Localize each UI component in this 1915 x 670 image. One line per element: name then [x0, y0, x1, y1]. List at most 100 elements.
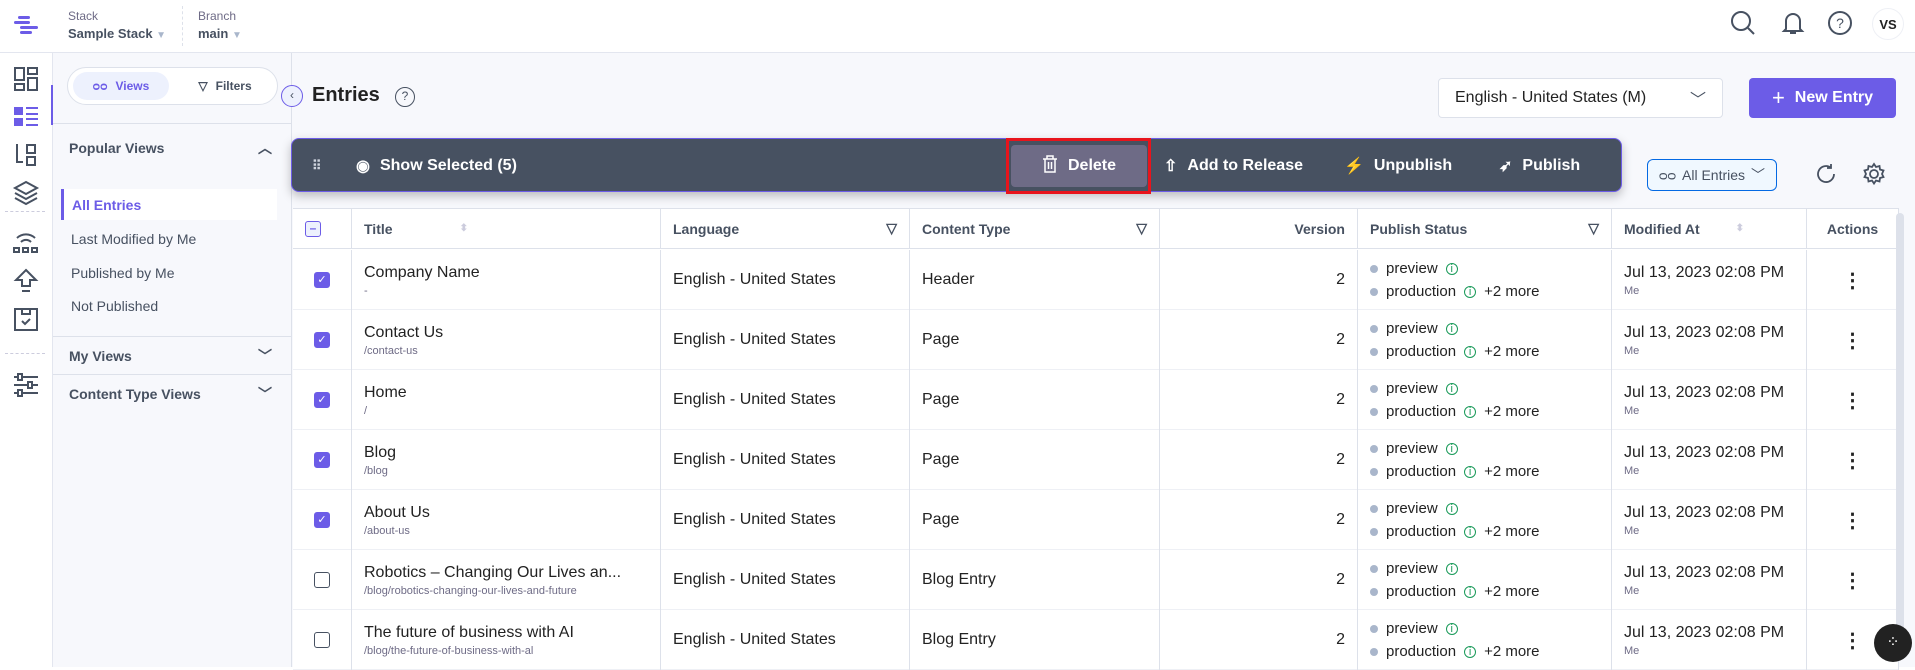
- table-row[interactable]: ✓ About Us/about-us English - United Sta…: [293, 490, 1899, 550]
- entry-title[interactable]: About Us: [364, 504, 648, 522]
- unpublish-label: Unpublish: [1373, 157, 1453, 174]
- entry-title[interactable]: Home: [364, 384, 648, 402]
- more-envs-link[interactable]: +2 more: [1484, 580, 1539, 603]
- table-row[interactable]: ✓ Contact Us/contact-us English - United…: [293, 310, 1899, 370]
- info-icon[interactable]: i: [1464, 645, 1477, 658]
- status-dot: [1370, 467, 1378, 476]
- row-actions-menu-icon[interactable]: ⋮: [1807, 550, 1899, 610]
- table-row[interactable]: Robotics – Changing Our Lives an... /blog…: [293, 550, 1899, 610]
- column-modified-at[interactable]: Modified At ⬍: [1612, 209, 1807, 249]
- more-envs-link[interactable]: +2 more: [1484, 400, 1539, 423]
- dashboard-icon[interactable]: [12, 65, 40, 93]
- drag-handle-icon[interactable]: ⠿: [300, 145, 334, 187]
- row-checkbox[interactable]: ✓: [314, 332, 330, 348]
- releases-icon[interactable]: [12, 305, 40, 333]
- more-envs-link[interactable]: +2 more: [1484, 460, 1539, 483]
- help-icon[interactable]: ?: [1827, 10, 1853, 41]
- more-envs-link[interactable]: +2 more: [1484, 280, 1539, 303]
- collapse-sidebar-button[interactable]: ‹: [281, 85, 303, 107]
- row-checkbox[interactable]: ✓: [314, 272, 330, 288]
- column-title[interactable]: Title ⬍: [352, 209, 661, 249]
- entries-icon[interactable]: [12, 103, 40, 131]
- unpublish-button[interactable]: ⚡ Unpublish: [1332, 145, 1464, 187]
- info-icon[interactable]: i: [1445, 502, 1458, 515]
- view-not-published[interactable]: Not Published: [61, 290, 277, 321]
- scrollbar[interactable]: [1896, 213, 1904, 653]
- entry-title[interactable]: Company Name: [364, 264, 648, 282]
- view-published-by-me[interactable]: Published by Me: [61, 257, 277, 288]
- entry-title[interactable]: Blog: [364, 444, 648, 462]
- locale-dropdown[interactable]: English - United States (M) ﹀: [1438, 78, 1723, 118]
- row-checkbox[interactable]: ✓: [314, 512, 330, 528]
- view-last-modified-by-me[interactable]: Last Modified by Me: [61, 223, 277, 254]
- popular-views-header[interactable]: Popular Views ︿: [53, 123, 292, 171]
- table-row[interactable]: ✓ Company Name - English - United States …: [293, 250, 1899, 310]
- logo-icon[interactable]: [12, 14, 40, 36]
- settings-gear-icon[interactable]: [1862, 162, 1886, 191]
- my-views-header[interactable]: My Views ﹀: [53, 336, 292, 374]
- filter-icon[interactable]: ▽: [1588, 220, 1599, 237]
- row-actions-menu-icon[interactable]: ⋮: [1807, 370, 1899, 430]
- entry-url: /blog/the-future-of-business-with-al: [364, 644, 534, 657]
- delete-button[interactable]: Delete: [1011, 145, 1147, 187]
- filter-icon[interactable]: ▽: [886, 220, 897, 237]
- info-icon[interactable]: i: [1464, 585, 1477, 598]
- info-icon[interactable]: i: [1445, 562, 1458, 575]
- row-actions-menu-icon[interactable]: ⋮: [1807, 250, 1899, 310]
- info-icon[interactable]: i: [1445, 262, 1458, 275]
- entry-title[interactable]: Robotics – Changing Our Lives an...: [364, 564, 648, 582]
- view-all-entries[interactable]: All Entries: [61, 189, 277, 220]
- avatar[interactable]: VS: [1872, 8, 1904, 40]
- add-to-release-button[interactable]: ⇧ Add to Release: [1152, 145, 1315, 187]
- info-icon[interactable]: i: [1445, 442, 1458, 455]
- info-icon[interactable]: i: [1464, 345, 1477, 358]
- refresh-icon[interactable]: [1814, 162, 1838, 191]
- entry-title[interactable]: Contact Us: [364, 324, 648, 342]
- stack-selector[interactable]: Stack Sample Stack ▼: [68, 9, 166, 41]
- info-icon[interactable]: i: [1464, 285, 1477, 298]
- filter-icon[interactable]: ▽: [1136, 220, 1147, 237]
- row-actions-menu-icon[interactable]: ⋮: [1807, 490, 1899, 550]
- settings-sliders-icon[interactable]: [12, 371, 40, 399]
- publish-button[interactable]: ➶ Publish: [1487, 145, 1592, 187]
- assets-icon[interactable]: [12, 179, 40, 207]
- info-icon[interactable]: i: [1445, 382, 1458, 395]
- table-row[interactable]: ✓ Home / English - United States Page 2 p…: [293, 370, 1899, 430]
- row-actions-menu-icon[interactable]: ⋮: [1807, 430, 1899, 490]
- select-all-checkbox-cell: –: [293, 209, 352, 249]
- row-checkbox[interactable]: ✓: [314, 452, 330, 468]
- info-icon[interactable]: i: [1464, 465, 1477, 478]
- info-icon[interactable]: i: [1464, 405, 1477, 418]
- row-checkbox[interactable]: [314, 572, 330, 588]
- more-envs-link[interactable]: +2 more: [1484, 520, 1539, 543]
- sort-icon[interactable]: ⬍: [460, 223, 468, 234]
- row-checkbox[interactable]: ✓: [314, 392, 330, 408]
- more-envs-link[interactable]: +2 more: [1484, 640, 1539, 663]
- more-envs-link[interactable]: +2 more: [1484, 340, 1539, 363]
- apps-grid-button[interactable]: ⁘: [1874, 624, 1912, 662]
- sort-icon[interactable]: ⬍: [1736, 223, 1744, 234]
- row-checkbox[interactable]: [314, 632, 330, 648]
- info-icon[interactable]: i: [1445, 622, 1458, 635]
- content-models-icon[interactable]: [12, 141, 40, 169]
- content-type-views-header[interactable]: Content Type Views ﹀: [53, 374, 292, 412]
- caret-down-icon: ▼: [231, 30, 242, 41]
- publish-queue-icon[interactable]: [12, 267, 40, 295]
- branch-selector[interactable]: Branch main ▼: [198, 9, 242, 41]
- table-row[interactable]: ✓ Blog/blog English - United States Page…: [293, 430, 1899, 490]
- bell-icon[interactable]: [1780, 10, 1806, 41]
- entry-title[interactable]: The future of business with AI: [364, 624, 648, 642]
- views-tab[interactable]: ᴑᴑ Views: [73, 72, 169, 100]
- info-icon[interactable]: i: [1445, 322, 1458, 335]
- table-row[interactable]: The future of business with AI/blog/the-…: [293, 610, 1899, 670]
- new-entry-button[interactable]: + New Entry: [1749, 78, 1896, 118]
- select-all-checkbox[interactable]: –: [305, 220, 321, 237]
- webhooks-icon[interactable]: [12, 229, 40, 257]
- view-selector[interactable]: ᴑᴑ All Entries ﹀: [1647, 159, 1777, 191]
- info-icon[interactable]: i: [1464, 525, 1477, 538]
- row-actions-menu-icon[interactable]: ⋮: [1807, 310, 1899, 370]
- search-icon[interactable]: [1730, 10, 1756, 41]
- show-selected-button[interactable]: ◉ Show Selected (5): [344, 145, 529, 187]
- filters-tab[interactable]: ▽ Filters: [180, 72, 270, 100]
- help-icon[interactable]: ?: [395, 87, 415, 107]
